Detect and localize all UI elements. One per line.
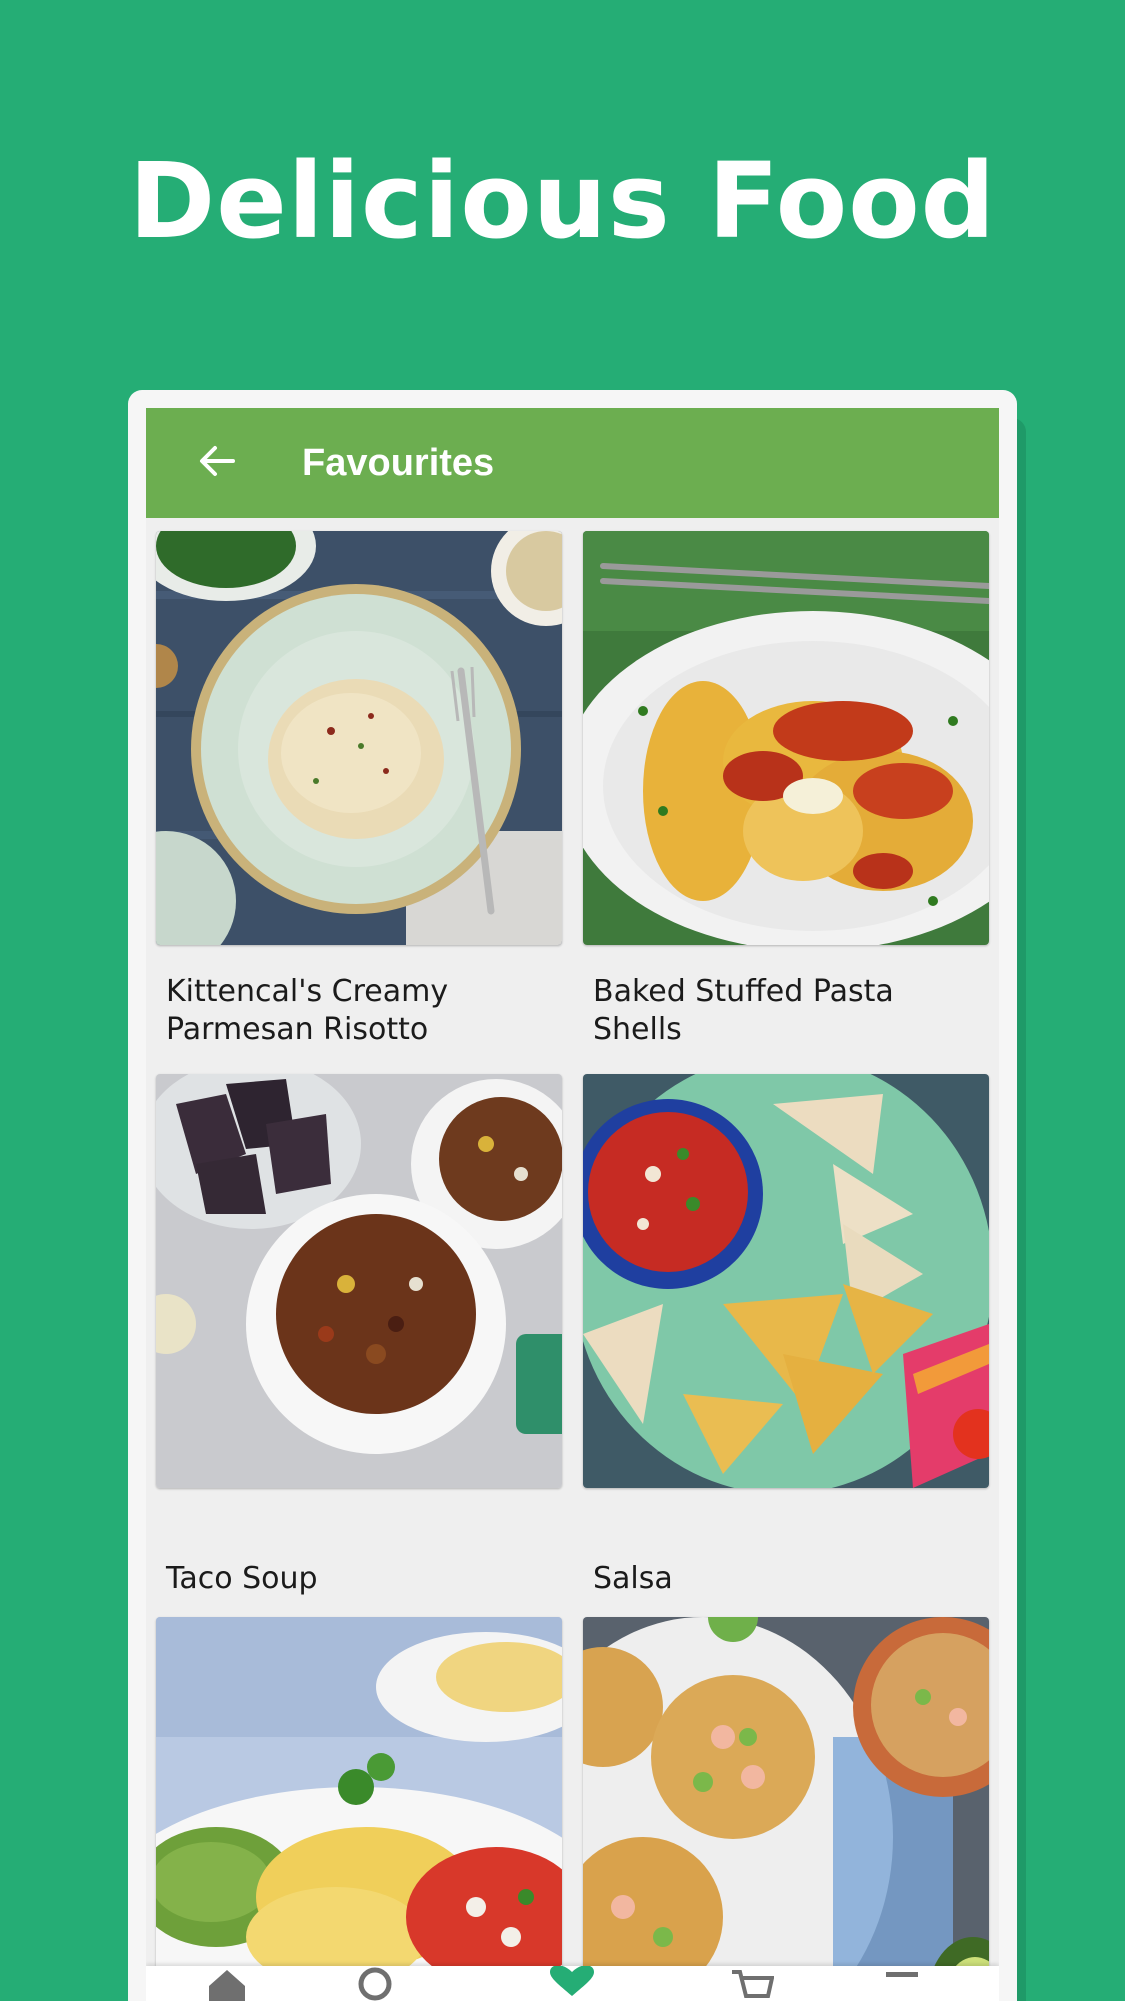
recipe-title: Taco Soup (166, 1561, 318, 1596)
stuffed-shells-photo (583, 531, 989, 945)
recipe-title: Kittencal's Creamy Parmesan Risotto (166, 974, 449, 1047)
recipe-title: Salsa (593, 1561, 673, 1596)
promo-headline: Delicious Food (128, 140, 997, 262)
heart-icon (548, 1965, 596, 2001)
menu-icon (880, 1966, 924, 2001)
device-frame: Favourites Kittencal's Creamy Parmesan R… (128, 390, 1017, 2001)
recipe-card-taco-soup[interactable]: Taco Soup (156, 1074, 562, 1616)
app-screen: Favourites Kittencal's Creamy Parmesan R… (146, 408, 999, 2001)
enchiladas-photo (156, 1617, 562, 2001)
arrow-left-icon (199, 445, 235, 481)
cart-icon (730, 1966, 775, 2001)
recipe-card-risotto[interactable]: Kittencal's Creamy Parmesan Risotto (156, 531, 562, 1073)
recipe-card-enchiladas[interactable] (156, 1617, 562, 2001)
app-bar: Favourites (146, 408, 999, 518)
bottom-navigation (146, 1965, 999, 2001)
page-title: Favourites (302, 441, 495, 484)
recipe-card-shrimp-tostadas[interactable] (583, 1617, 989, 2001)
back-button[interactable] (184, 430, 250, 496)
nav-home[interactable] (187, 1966, 267, 2001)
search-icon (355, 1966, 399, 2001)
taco-soup-photo (156, 1074, 562, 1488)
nav-search[interactable] (337, 1966, 417, 2001)
recipe-title: Baked Stuffed Pasta Shells (593, 974, 894, 1047)
risotto-photo (156, 531, 562, 945)
shrimp-tostadas-photo (583, 1617, 989, 2001)
home-icon (205, 1966, 249, 2001)
recipe-card-stuffed-shells[interactable]: Baked Stuffed Pasta Shells (583, 531, 989, 1073)
recipe-card-salsa[interactable]: Salsa (583, 1074, 989, 1616)
nav-menu[interactable] (862, 1966, 942, 2001)
salsa-photo (583, 1074, 989, 1488)
nav-favourites[interactable] (532, 1965, 612, 2001)
nav-cart[interactable] (712, 1966, 792, 2001)
